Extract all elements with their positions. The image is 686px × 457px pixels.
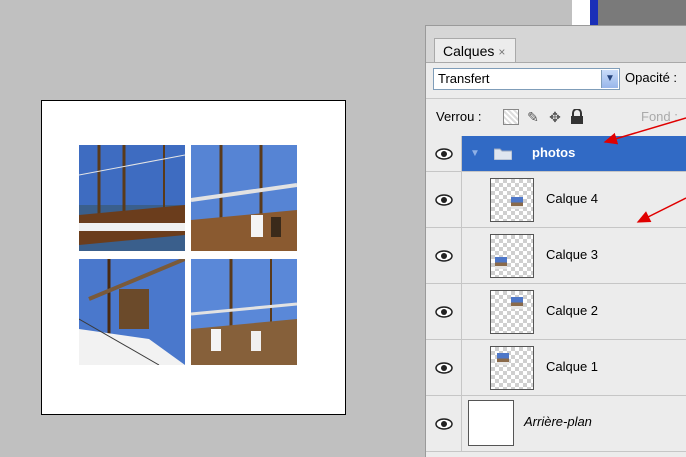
visibility-toggle[interactable] [426,396,462,451]
visibility-toggle[interactable] [426,172,462,227]
layer-thumbnail [490,290,534,334]
eye-icon [435,250,453,262]
photo-top-left [79,145,185,251]
photo-top-right [191,145,297,251]
layer-thumbnail [490,178,534,222]
layer-name: Calque 2 [546,303,599,318]
fill-label: Fond : [641,109,678,124]
layer-row-group[interactable]: ▼ photos [426,136,686,172]
lock-label: Verrou : [436,109,482,124]
tab-layers-label: Calques [443,43,495,59]
window-titlebar-fragment [598,0,686,28]
layer-name: Calque 1 [546,359,599,374]
brush-icon[interactable]: ✎ [525,109,541,125]
layer-name: photos [532,145,576,160]
lock-row: Verrou : ✎ ✥ Fond : [426,98,686,135]
layer-row[interactable]: Calque 4 [426,172,686,228]
photo-bottom-left [79,259,185,365]
opacity-label: Opacité : [625,70,678,85]
checkerboard-icon[interactable] [503,109,519,125]
visibility-toggle[interactable] [426,136,462,171]
layer-row[interactable]: Calque 2 [426,284,686,340]
eye-icon [435,194,453,206]
layers-panel: Calques × Transfert ▼ Opacité : Verrou : … [425,25,686,457]
panel-tabbar: Calques × [426,26,686,63]
layer-row[interactable]: Calque 1 [426,340,686,396]
tab-layers[interactable]: Calques × [434,38,517,62]
layer-name: Calque 4 [546,191,599,206]
eye-icon [435,306,453,318]
layer-thumbnail [490,234,534,278]
blend-mode-select[interactable]: Transfert ▼ [433,68,620,90]
window-accent [590,0,598,28]
visibility-toggle[interactable] [426,228,462,283]
visibility-toggle[interactable] [426,284,462,339]
chevron-down-icon[interactable]: ▼ [601,70,618,88]
padlock-icon[interactable] [569,108,585,125]
layer-thumbnail [468,400,514,446]
move-icon[interactable]: ✥ [547,109,563,125]
layer-row[interactable]: Calque 3 [426,228,686,284]
layer-name: Calque 3 [546,247,599,262]
photo-bottom-right [191,259,297,365]
folder-icon [494,148,512,160]
eye-icon [435,148,453,160]
eye-icon [435,362,453,374]
layer-name: Arrière-plan [524,414,592,429]
layer-row-background[interactable]: Arrière-plan [426,396,686,452]
close-icon[interactable]: × [498,45,505,59]
layer-thumbnail [490,346,534,390]
blend-mode-value: Transfert [438,71,490,86]
visibility-toggle[interactable] [426,340,462,395]
background-window-strip [572,0,686,28]
triangle-down-icon[interactable]: ▼ [470,148,480,159]
document-canvas[interactable] [41,100,346,415]
eye-icon [435,418,453,430]
